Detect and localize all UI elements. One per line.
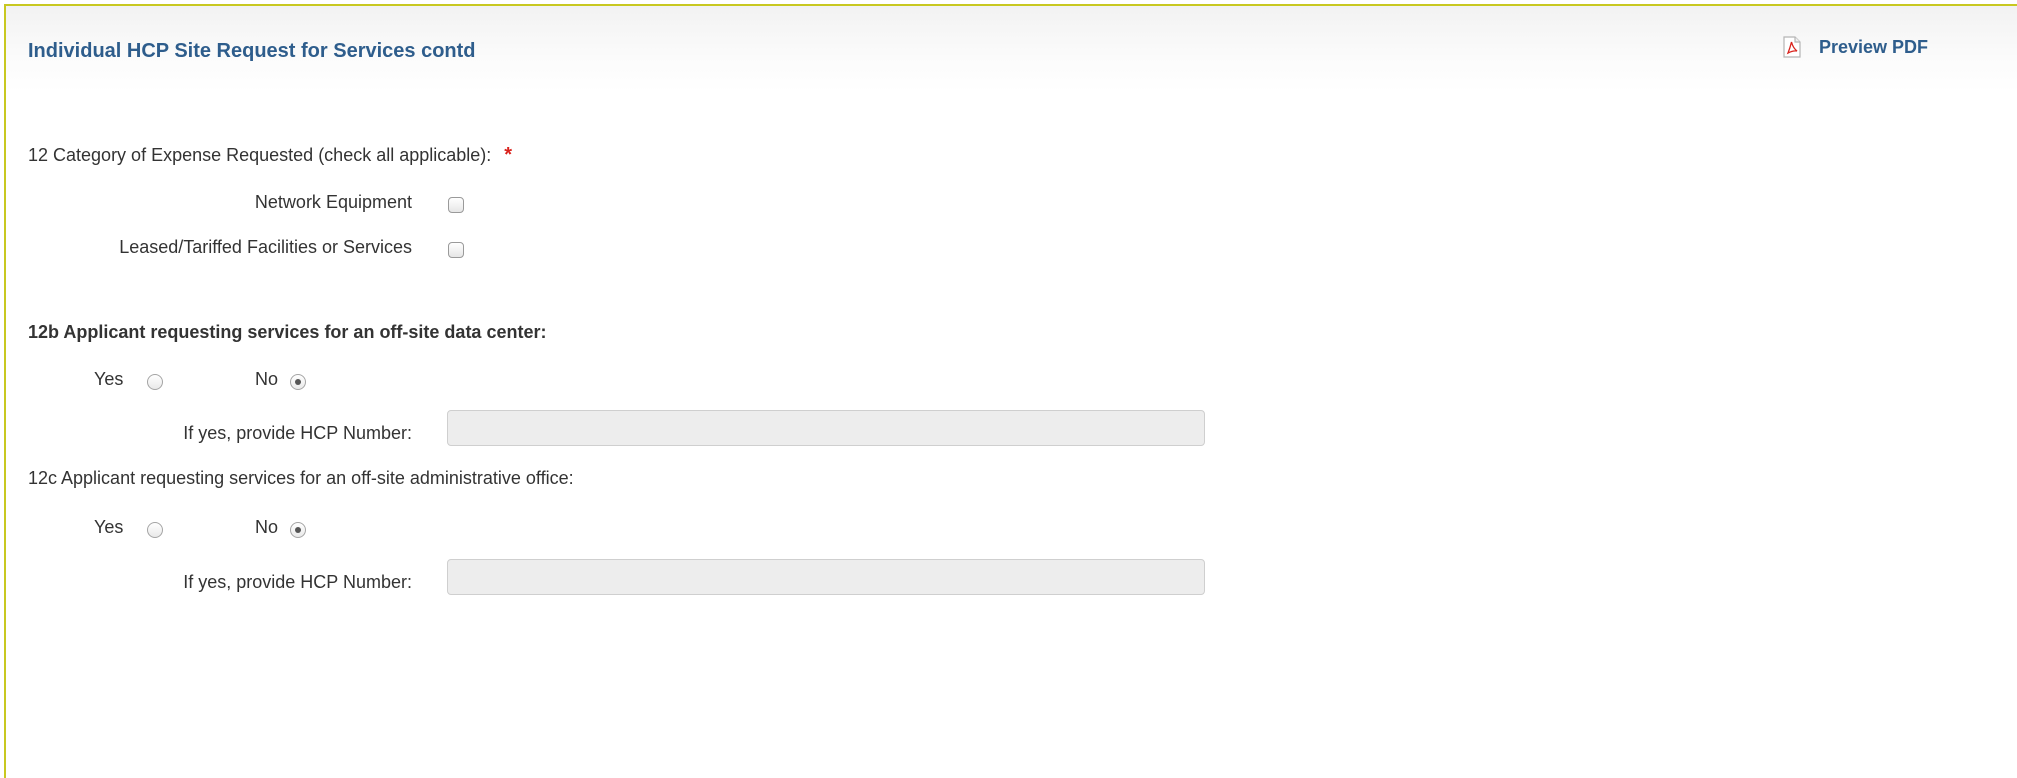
q12c-hcp-label: If yes, provide HCP Number: [183, 572, 412, 592]
q12b-label: 12b Applicant requesting services for an… [28, 322, 547, 342]
q12b-no-radio[interactable] [290, 374, 306, 390]
q12c-label: 12c Applicant requesting services for an… [28, 468, 574, 488]
leased-facilities-checkbox[interactable] [448, 242, 464, 258]
q12c-hcp-number-input[interactable] [447, 559, 1205, 595]
network-equipment-label: Network Equipment [254, 192, 412, 212]
q12b-yes-radio[interactable] [147, 374, 163, 390]
q12-label: 12 Category of Expense Requested (check … [28, 144, 512, 167]
q12c-yes-radio[interactable] [147, 522, 163, 538]
q12c-no-radio[interactable] [290, 522, 306, 538]
form-panel: Individual HCP Site Request for Services… [4, 4, 2017, 778]
preview-pdf-label: Preview PDF [1819, 36, 1929, 57]
preview-pdf-link[interactable]: Preview PDF [1782, 36, 1928, 58]
pdf-icon [1782, 36, 1802, 58]
page-title: Individual HCP Site Request for Services… [28, 40, 476, 62]
q12c-no-label: No [255, 517, 279, 537]
required-indicator: * [504, 144, 513, 166]
leased-facilities-label: Leased/Tariffed Facilities or Services [119, 237, 412, 257]
q12b-yes-label: Yes [94, 369, 124, 389]
q12-label-text: 12 Category of Expense Requested (check … [28, 145, 492, 165]
q12b-hcp-label: If yes, provide HCP Number: [183, 423, 412, 443]
q12b-no-label: No [255, 369, 279, 389]
q12b-hcp-number-input[interactable] [447, 410, 1205, 446]
panel-header: Individual HCP Site Request for Services… [6, 6, 2017, 92]
q12c-yes-label: Yes [94, 517, 124, 537]
network-equipment-checkbox[interactable] [448, 197, 464, 213]
